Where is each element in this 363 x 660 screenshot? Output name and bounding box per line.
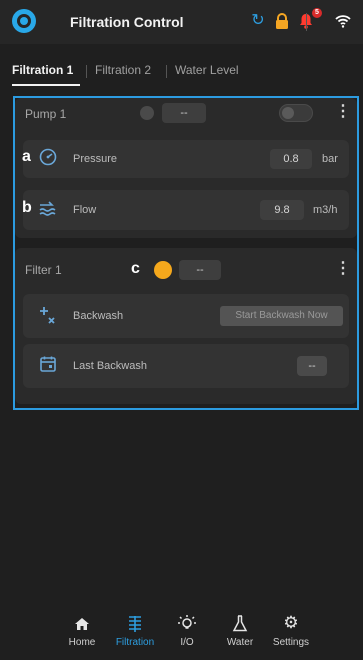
nav-label-filtration: Filtration: [115, 637, 155, 648]
tab-filtration-2[interactable]: Filtration 2: [95, 63, 151, 77]
bottom-nav: Home Filtration I/O Water ⚙ Settings: [0, 612, 363, 660]
marker-a: a: [22, 148, 31, 165]
active-tab-indicator: [12, 84, 80, 86]
nav-item-home[interactable]: Home: [54, 612, 110, 660]
sync-icon[interactable]: ↻: [248, 11, 268, 31]
marker-c: c: [131, 260, 140, 277]
tab-separator: [166, 65, 167, 78]
nav-item-io[interactable]: I/O: [159, 612, 215, 660]
wifi-icon: [333, 11, 353, 31]
notification-badge: 5: [312, 8, 322, 18]
home-icon: [54, 612, 110, 634]
page-title: Filtration Control: [70, 14, 184, 30]
nav-item-filtration[interactable]: Filtration: [107, 612, 163, 660]
nav-item-settings[interactable]: ⚙ Settings: [263, 612, 319, 660]
marker-b: b: [22, 199, 32, 216]
app-logo-icon: [12, 9, 36, 33]
nav-label-water: Water: [226, 637, 254, 648]
filtration-icon: [107, 612, 163, 634]
bulb-icon: [159, 612, 215, 634]
flask-icon: [212, 612, 268, 634]
tab-bar: Filtration 1 Filtration 2 Water Level: [0, 52, 363, 86]
highlight-frame: [13, 96, 359, 410]
nav-label-settings: Settings: [272, 637, 310, 648]
nav-item-water[interactable]: Water: [212, 612, 268, 660]
header-divider: [306, 13, 307, 31]
gear-icon: ⚙: [283, 613, 299, 632]
nav-label-home: Home: [68, 637, 96, 648]
nav-label-io: I/O: [180, 637, 194, 648]
lock-icon[interactable]: [272, 11, 292, 31]
tab-water-level[interactable]: Water Level: [175, 63, 239, 77]
app-header: Filtration Control ↻ 5: [0, 0, 363, 44]
tab-separator: [86, 65, 87, 78]
tab-filtration-1[interactable]: Filtration 1: [12, 63, 73, 77]
